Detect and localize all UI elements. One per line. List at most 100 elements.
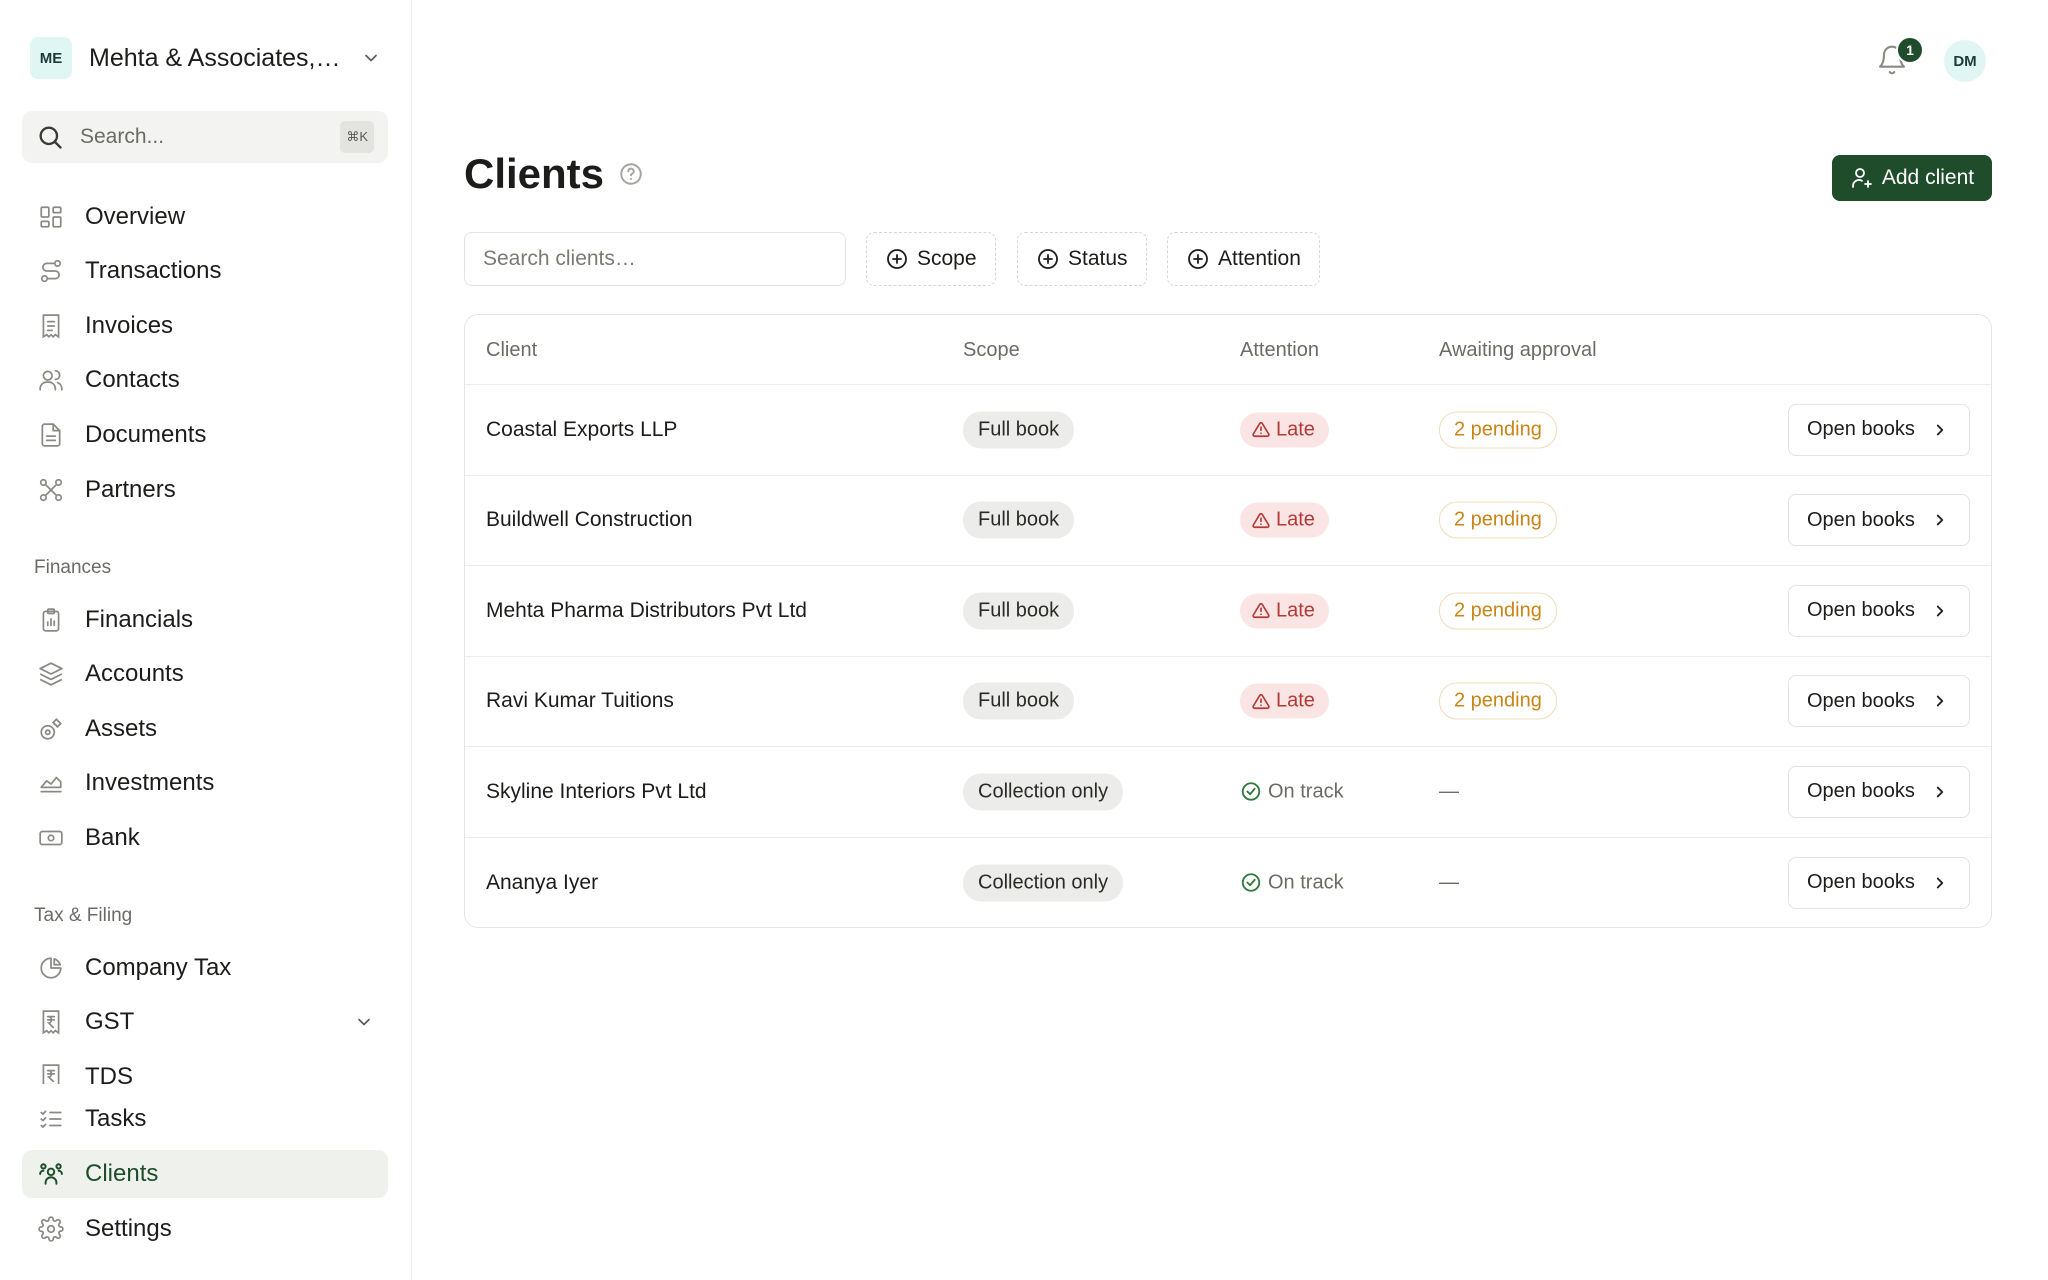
page-title-text: Clients [464,150,605,197]
open-books-button[interactable]: Open books [1788,856,1970,909]
sidebar-item-assets[interactable]: Assets [22,705,388,753]
chevron-right-icon [1931,874,1949,892]
table-row[interactable]: Mehta Pharma Distributors Pvt Ltd Full b… [465,566,1991,657]
filter-attention-button[interactable]: Attention [1167,232,1320,286]
client-name: Skyline Interiors Pvt Ltd [486,779,707,803]
network-icon [38,477,64,503]
client-name: Mehta Pharma Distributors Pvt Ltd [486,598,807,622]
filter-label: Scope [917,247,977,270]
sidebar-item-settings[interactable]: Settings [22,1205,388,1253]
sidebar-item-label: Accounts [85,660,184,687]
chevron-right-icon [1931,783,1949,801]
file-icon [38,422,64,448]
open-books-button[interactable]: Open books [1788,494,1970,547]
sidebar-item-invoices[interactable]: Invoices [22,302,388,350]
scope-badge: Full book [963,682,1075,720]
filter-status-button[interactable]: Status [1017,232,1147,286]
page-title: Clients [464,150,644,198]
add-client-button[interactable]: Add client [1832,155,1992,201]
column-header-scope[interactable]: Scope [963,339,1020,362]
table-row[interactable]: Skyline Interiors Pvt Ltd Collection onl… [465,747,1991,838]
users-group-icon [38,1161,64,1187]
sidebar-item-financials[interactable]: Financials [22,596,388,644]
banknote-icon [38,825,64,851]
grid-icon [38,204,64,230]
sidebar-item-label: Bank [85,824,140,851]
sidebar-item-partners[interactable]: Partners [22,466,388,514]
org-switcher[interactable]: ME Mehta & Associates,… [30,36,385,80]
sidebar-item-overview[interactable]: Overview [22,193,388,241]
scope-badge: Collection only [963,864,1124,902]
gear-icon [38,1216,64,1242]
sidebar-item-bank[interactable]: Bank [22,814,388,862]
org-name: Mehta & Associates,… [89,43,339,72]
chevron-down-icon [354,1012,374,1032]
user-avatar[interactable]: DM [1944,40,1986,82]
open-books-button[interactable]: Open books [1788,403,1970,456]
attention-badge: Late [1240,502,1329,538]
users-icon [38,367,64,393]
scope-badge: Full book [963,411,1075,449]
client-search-placeholder: Search clients… [483,247,636,270]
open-books-label: Open books [1807,418,1915,441]
attention-badge: Late [1240,412,1329,448]
sidebar-item-label: Invoices [85,312,174,339]
attention-text: Late [1276,508,1315,531]
open-books-button[interactable]: Open books [1788,765,1970,818]
attention-badge: Late [1240,593,1329,629]
client-search-input[interactable]: Search clients… [464,232,846,286]
sidebar-item-tds[interactable]: TDS [22,1054,388,1084]
chevron-right-icon [1931,511,1949,529]
notification-count-badge: 1 [1896,36,1924,64]
satellite-icon [38,716,64,742]
chevron-right-icon [1931,421,1949,439]
sidebar-item-investments[interactable]: Investments [22,759,388,807]
global-search[interactable]: Search... ⌘K [22,111,388,163]
plus-circle-icon [1036,247,1060,271]
table-row[interactable]: Ananya Iyer Collection only On track — O… [465,838,1991,928]
sidebar-item-tasks[interactable]: Tasks [22,1095,388,1143]
table-row[interactable]: Ravi Kumar Tuitions Full book Late 2 pen… [465,657,1991,747]
column-header-attention[interactable]: Attention [1240,339,1319,362]
sidebar-item-label: Investments [85,769,215,796]
sidebar-item-clients[interactable]: Clients [22,1150,388,1198]
scope-badge: Full book [963,592,1075,630]
rupee-receipt-icon [38,1009,64,1035]
sidebar-item-company-tax[interactable]: Company Tax [22,944,388,992]
chevron-down-icon [361,48,381,68]
warning-triangle-icon [1252,602,1270,620]
filter-label: Attention [1218,247,1301,270]
open-books-button[interactable]: Open books [1788,675,1970,728]
sidebar-item-label: Clients [85,1160,159,1187]
open-books-button[interactable]: Open books [1788,584,1970,637]
attention-text: On track [1268,871,1344,894]
filter-scope-button[interactable]: Scope [866,232,996,286]
awaiting-approval-empty: — [1439,871,1459,894]
list-checks-icon [38,1106,64,1132]
column-header-client[interactable]: Client [486,339,537,362]
awaiting-approval-badge: 2 pending [1439,501,1557,539]
scope-badge: Full book [963,501,1075,539]
plus-circle-icon [885,247,909,271]
section-label-finances: Finances [34,557,112,578]
sidebar-item-accounts[interactable]: Accounts [22,650,388,698]
table-row[interactable]: Coastal Exports LLP Full book Late 2 pen… [465,385,1991,476]
table-header: Client Scope Attention Awaiting approval [465,315,1991,385]
sidebar-item-gst[interactable]: GST [22,998,388,1046]
sidebar-item-label: Documents [85,421,207,448]
open-books-label: Open books [1807,780,1915,803]
sidebar-item-label: GST [85,1008,135,1035]
warning-triangle-icon [1252,511,1270,529]
sidebar-item-contacts[interactable]: Contacts [22,356,388,404]
sidebar-item-documents[interactable]: Documents [22,411,388,459]
open-books-label: Open books [1807,599,1915,622]
sidebar-item-label: Tasks [85,1105,147,1132]
help-circle-icon[interactable] [618,161,644,187]
table-row[interactable]: Buildwell Construction Full book Late 2 … [465,476,1991,566]
sidebar: ME Mehta & Associates,… Search... ⌘K Ove… [0,0,412,1280]
column-header-awaiting-approval[interactable]: Awaiting approval [1439,339,1597,362]
check-circle-icon [1240,872,1262,894]
sidebar-item-transactions[interactable]: Transactions [22,247,388,295]
open-books-label: Open books [1807,689,1915,712]
scope-badge: Collection only [963,773,1124,811]
